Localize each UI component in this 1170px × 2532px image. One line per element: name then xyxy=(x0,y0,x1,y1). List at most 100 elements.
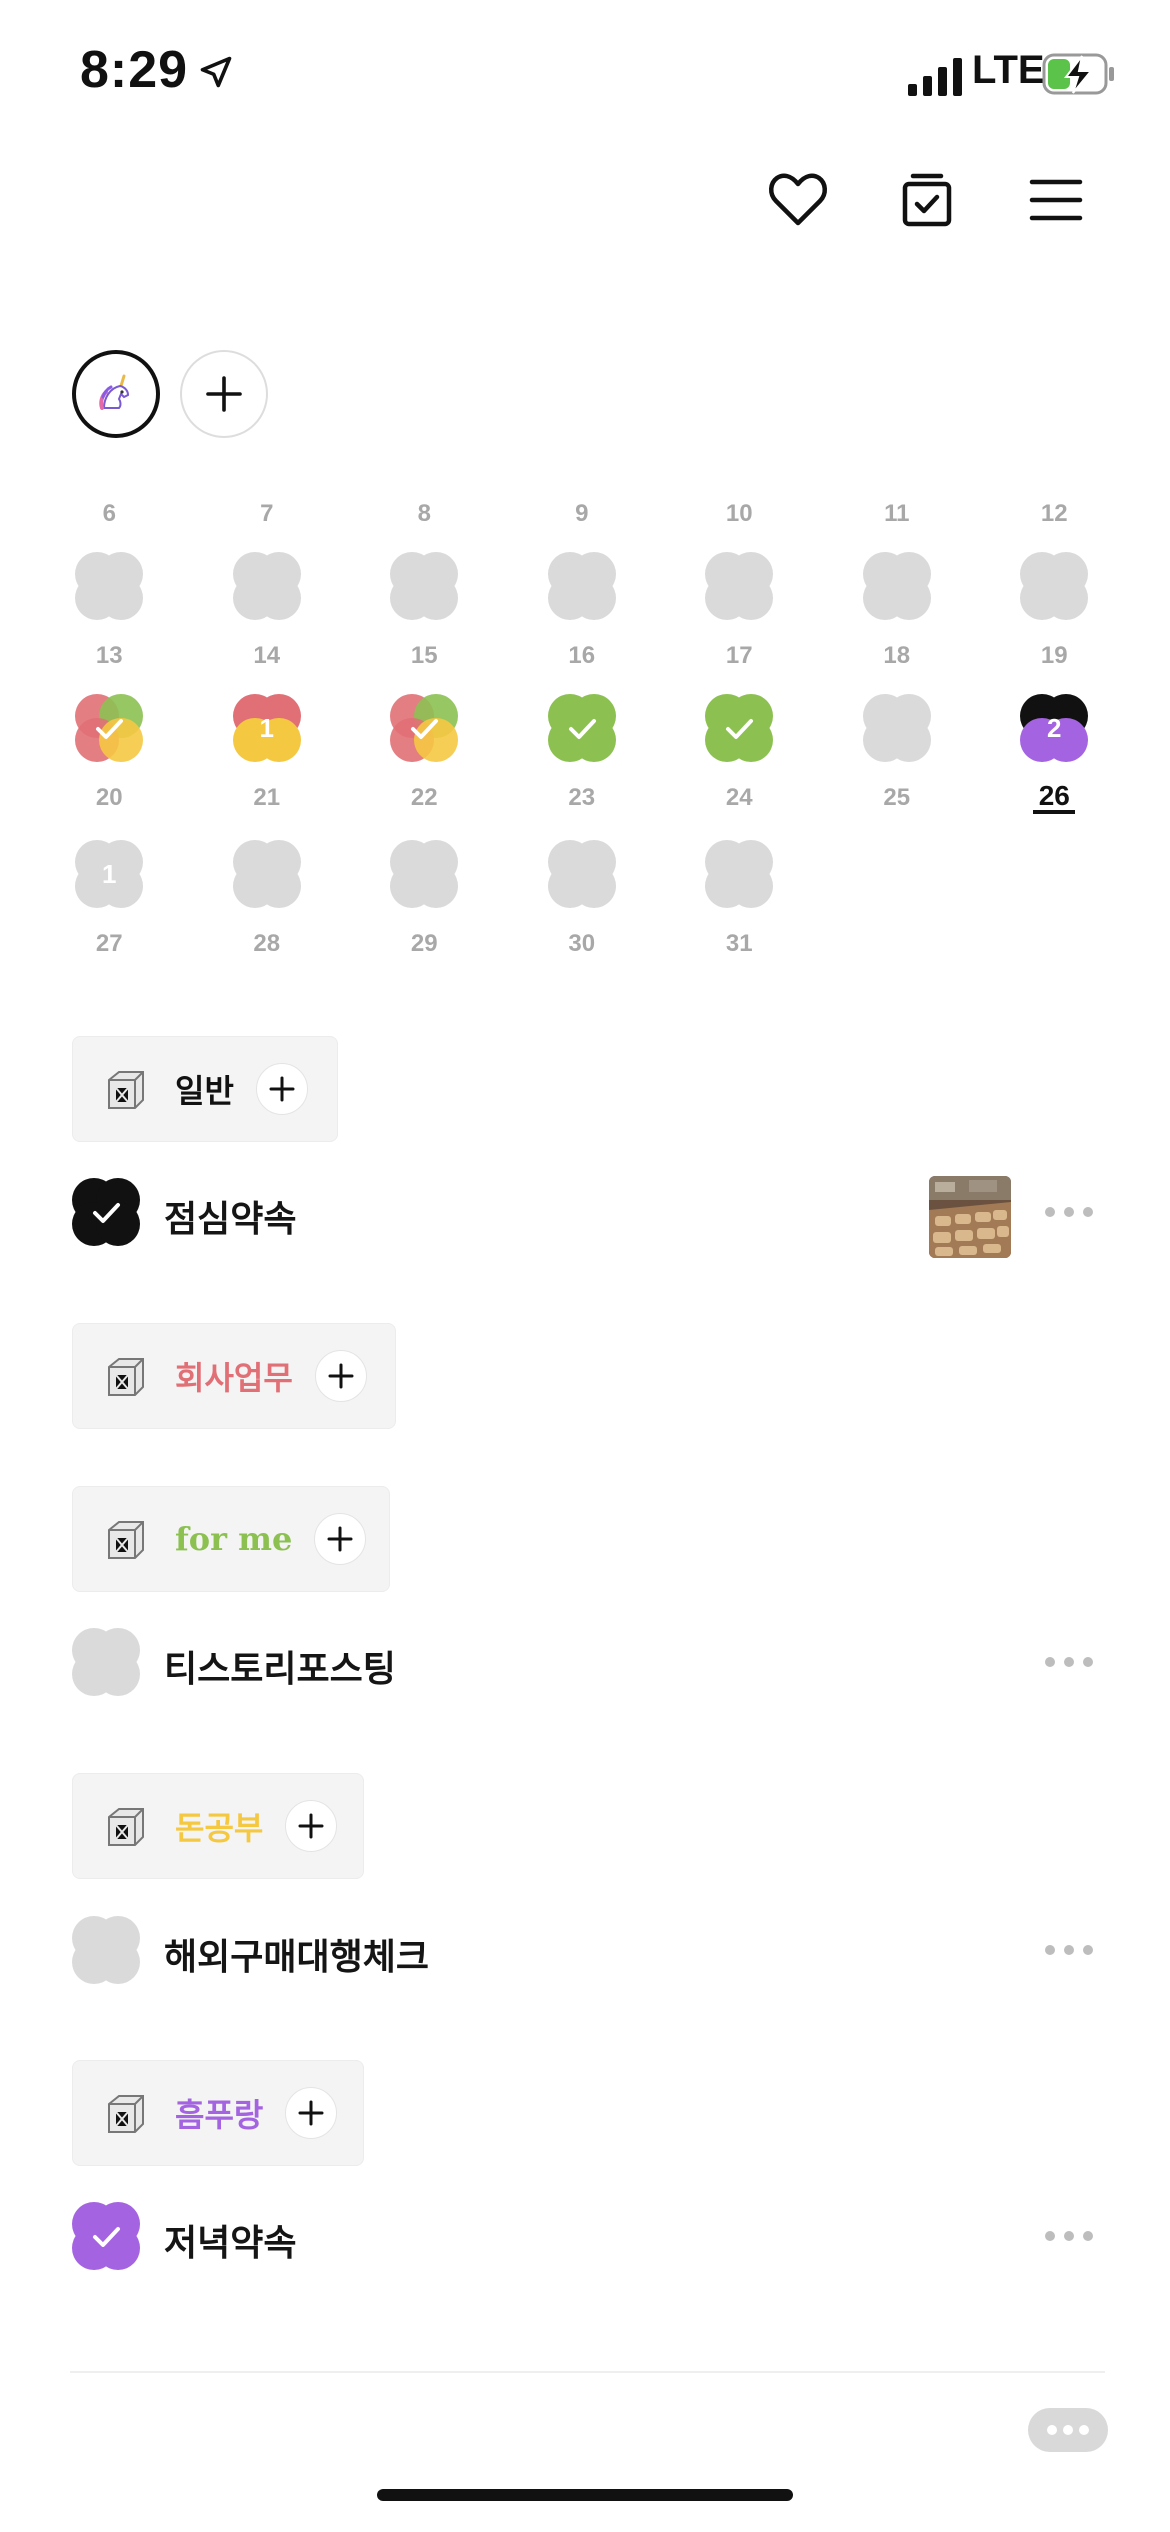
box-icon xyxy=(108,1071,144,1109)
calendar-day-label[interactable]: 16 xyxy=(542,642,622,670)
calendar-day-flower[interactable]: 1 xyxy=(232,694,301,762)
profile-avatar[interactable] xyxy=(72,350,160,438)
calendar-day-flower[interactable] xyxy=(390,694,459,762)
calendar-day-label[interactable]: 8 xyxy=(384,500,464,528)
add-task-button[interactable] xyxy=(314,1350,367,1402)
add-profile-button[interactable] xyxy=(180,350,268,438)
category-name: 돈공부 xyxy=(175,1810,264,1846)
calendar-day-flower[interactable] xyxy=(232,552,301,620)
calendar-day-flower[interactable] xyxy=(232,840,301,908)
box-icon xyxy=(108,1358,144,1396)
calendar-day-label[interactable]: 23 xyxy=(542,784,622,812)
category-name: 회사업무 xyxy=(175,1360,293,1396)
task-title[interactable]: 해외구매대행체크 xyxy=(164,1928,429,1980)
more-dots-icon[interactable] xyxy=(1043,1205,1095,1219)
more-dots-icon[interactable] xyxy=(1043,2229,1095,2243)
task-title[interactable]: 점심약속 xyxy=(164,1190,296,1242)
calendar-day-flower[interactable]: 2 xyxy=(1020,694,1089,762)
category-header[interactable]: 흠푸랑 xyxy=(72,2060,364,2166)
category-name: 흠푸랑 xyxy=(175,2097,264,2133)
today-underline xyxy=(1033,810,1076,814)
calendar-day-count: 2 xyxy=(1047,712,1062,743)
plus-icon xyxy=(298,2100,324,2126)
calendar-day-flower[interactable] xyxy=(75,694,144,762)
calendar-day-label[interactable]: 6 xyxy=(69,500,149,528)
category-name: 일반 xyxy=(175,1073,234,1109)
calendar-day-label[interactable]: 13 xyxy=(69,642,149,670)
task-checkbox[interactable] xyxy=(72,1628,140,1696)
add-task-button[interactable] xyxy=(285,2087,338,2139)
calendar-day-label[interactable]: 15 xyxy=(384,642,464,670)
calendar-day-label[interactable]: 19 xyxy=(1014,642,1094,670)
category-header[interactable]: 돈공부 xyxy=(72,1773,364,1879)
category-name: for me xyxy=(175,1520,293,1558)
calendar-day-flower[interactable] xyxy=(390,552,459,620)
calendar-day-flower[interactable] xyxy=(705,552,774,620)
task-checkbox[interactable] xyxy=(72,1916,140,1984)
calendar-day-flower[interactable] xyxy=(547,694,616,762)
battery-charging-icon xyxy=(1042,53,1114,95)
calendar-day-label[interactable]: 14 xyxy=(227,642,307,670)
home-indicator xyxy=(377,2489,793,2501)
calendar-day-label[interactable]: 18 xyxy=(857,642,937,670)
task-photo-thumbnail[interactable] xyxy=(929,1176,1011,1258)
calendar-day-flower[interactable] xyxy=(705,840,774,908)
calendar-day-label[interactable]: 12 xyxy=(1014,500,1094,528)
calendar-day-label[interactable]: 7 xyxy=(227,500,307,528)
calendar-day-label[interactable]: 31 xyxy=(699,930,779,958)
calendar-day-flower[interactable] xyxy=(1020,552,1089,620)
heart-icon[interactable] xyxy=(766,168,830,232)
calendar-day-label[interactable]: 27 xyxy=(69,930,149,958)
status-time: 8:29 xyxy=(80,41,189,99)
calendar-day-label[interactable]: 20 xyxy=(69,784,149,812)
calendar-day-flower[interactable] xyxy=(547,840,616,908)
task-checkbox[interactable] xyxy=(72,2202,140,2270)
plus-icon xyxy=(206,376,242,412)
menu-icon[interactable] xyxy=(1024,168,1088,232)
calendar-day-label[interactable]: 24 xyxy=(699,784,779,812)
more-dots-icon[interactable] xyxy=(1043,1943,1095,1957)
box-icon xyxy=(108,1808,144,1846)
calendar-day-flower[interactable] xyxy=(75,552,144,620)
calendar-day-flower[interactable] xyxy=(862,694,931,762)
task-title[interactable]: 저녁약속 xyxy=(164,2214,296,2266)
plus-icon xyxy=(327,1526,353,1552)
unicorn-avatar-icon xyxy=(99,374,130,410)
calendar-day-flower[interactable] xyxy=(705,694,774,762)
category-header[interactable]: 일반 xyxy=(72,1036,338,1142)
calendar-check-icon[interactable] xyxy=(895,168,959,232)
calendar-day-flower[interactable] xyxy=(862,552,931,620)
calendar-day-label[interactable]: 11 xyxy=(857,500,937,528)
calendar-day-label[interactable]: 30 xyxy=(542,930,622,958)
more-options-button[interactable] xyxy=(1028,2408,1108,2452)
network-label: LTE xyxy=(972,48,1045,92)
add-task-button[interactable] xyxy=(314,1513,367,1565)
calendar-day-label[interactable]: 25 xyxy=(857,784,937,812)
category-header[interactable]: for me xyxy=(72,1486,390,1592)
task-checkbox[interactable] xyxy=(72,1178,140,1246)
calendar-day-flower[interactable]: 1 xyxy=(75,840,144,908)
plus-icon xyxy=(269,1076,295,1102)
category-header[interactable]: 회사업무 xyxy=(72,1323,396,1429)
task-title[interactable]: 티스토리포스팅 xyxy=(164,1640,396,1692)
calendar-day-flower[interactable] xyxy=(547,552,616,620)
calendar-day-label[interactable]: 28 xyxy=(227,930,307,958)
more-dots-icon xyxy=(1047,2425,1089,2435)
calendar-day-label[interactable]: 22 xyxy=(384,784,464,812)
signal-icon xyxy=(908,58,962,96)
calendar-day-count: 1 xyxy=(259,712,275,743)
plus-icon xyxy=(298,1813,324,1839)
location-arrow-icon xyxy=(200,56,232,88)
box-icon xyxy=(108,2095,144,2133)
calendar-day-label[interactable]: 9 xyxy=(542,500,622,528)
box-icon xyxy=(108,1521,144,1559)
more-dots-icon[interactable] xyxy=(1043,1655,1095,1669)
calendar-day-label[interactable]: 29 xyxy=(384,930,464,958)
add-task-button[interactable] xyxy=(285,1800,338,1852)
add-task-button[interactable] xyxy=(255,1063,308,1115)
calendar-day-label[interactable]: 21 xyxy=(227,784,307,812)
calendar-day-flower[interactable] xyxy=(390,840,459,908)
calendar-day-label[interactable]: 17 xyxy=(699,642,779,670)
calendar-day-today[interactable]: 26 xyxy=(1014,780,1094,812)
calendar-day-label[interactable]: 10 xyxy=(699,500,779,528)
